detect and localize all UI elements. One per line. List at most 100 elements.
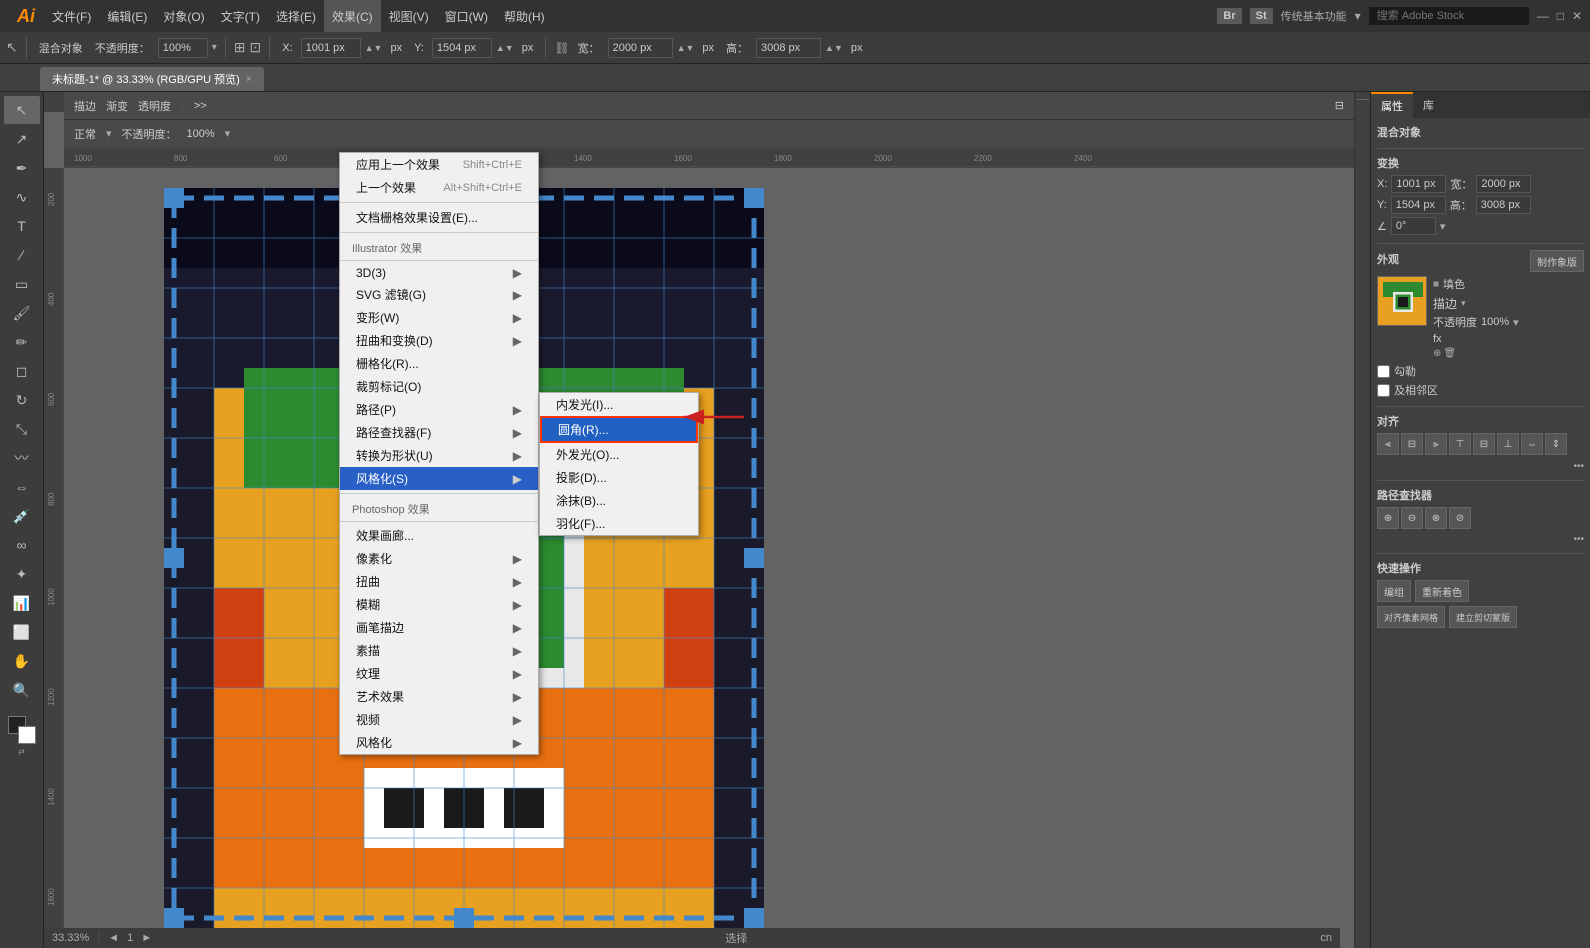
blend-dropdown[interactable]: ▾ — [106, 127, 112, 140]
align-pixel-btn[interactable]: 对齐像素网格 — [1377, 606, 1445, 628]
align-center-v[interactable]: ⊟ — [1473, 433, 1495, 455]
curvature-tool[interactable]: ∿ — [4, 183, 40, 211]
shape-checkbox[interactable] — [1377, 384, 1390, 397]
panel-icon[interactable]: ⊟ — [1335, 99, 1344, 112]
menu-type[interactable]: 文字(T) — [213, 0, 268, 32]
rotate-tool[interactable]: ↻ — [4, 386, 40, 414]
rp-x-input[interactable] — [1391, 175, 1446, 193]
last-effect[interactable]: 上一个效果Alt+Shift+Ctrl+E — [340, 176, 538, 199]
column-graph-tool[interactable]: 📊 — [4, 589, 40, 617]
tab-close-btn[interactable]: × — [246, 74, 252, 85]
menu-help[interactable]: 帮助(H) — [496, 0, 553, 32]
selection-tool[interactable]: ↖ — [4, 96, 40, 124]
canvas-area[interactable]: 描边 渐变 透明度 | >> ⊟ 正常 ▾ 不透明度： 100% ▾ 1000 … — [44, 92, 1354, 948]
tab-properties[interactable]: 属性 — [1371, 92, 1413, 118]
menu-file[interactable]: 文件(F) — [44, 0, 99, 32]
blend-tool[interactable]: ∞ — [4, 531, 40, 559]
page-nav-next[interactable]: ► — [141, 932, 152, 944]
rect-tool[interactable]: ▭ — [4, 270, 40, 298]
effect-crop-marks[interactable]: 裁剪标记(O) — [340, 375, 538, 398]
align-top[interactable]: ⊤ — [1449, 433, 1471, 455]
effect-blur[interactable]: 模糊▶ — [340, 593, 538, 616]
make-clipping-btn[interactable]: 建立剪切蒙版 — [1449, 606, 1517, 628]
menu-object[interactable]: 对象(O) — [155, 0, 212, 32]
bridge-btn[interactable]: Br — [1217, 8, 1241, 24]
scribble[interactable]: 涂抹(B)... — [540, 489, 698, 512]
effect-svg-filter[interactable]: SVG 滤镜(G)▶ — [340, 283, 538, 306]
rp-y-input[interactable] — [1391, 196, 1446, 214]
effect-video[interactable]: 视频▶ — [340, 708, 538, 731]
make-symbol-btn[interactable]: 制作象版 — [1530, 250, 1584, 272]
fill-checkbox[interactable] — [1377, 365, 1390, 378]
x-spinner[interactable]: ▲▼ — [365, 43, 383, 53]
symbol-tool[interactable]: ✦ — [4, 560, 40, 588]
type-tool[interactable]: T — [4, 212, 40, 240]
swap-icon[interactable]: ⇄ — [18, 747, 25, 756]
stock-btn[interactable]: St — [1250, 8, 1273, 24]
rp-angle-dropdown[interactable]: ▾ — [1440, 220, 1446, 233]
effect-stylize-ps[interactable]: 风格化▶ — [340, 731, 538, 754]
doc-tab-active[interactable]: 未标题-1* @ 33.33% (RGB/GPU 预览) × — [40, 67, 264, 91]
align-right[interactable]: ⫸ — [1425, 433, 1447, 455]
effect-artistic[interactable]: 艺术效果▶ — [340, 685, 538, 708]
effect-texture[interactable]: 纹理▶ — [340, 662, 538, 685]
doc-raster-settings[interactable]: 文档栅格效果设置(E)... — [340, 206, 538, 229]
canvas-viewport[interactable] — [64, 168, 1354, 928]
h-input[interactable] — [756, 38, 821, 58]
align-more[interactable]: ••• — [1573, 461, 1584, 472]
direct-select-tool[interactable]: ↗ — [4, 125, 40, 153]
rp-w-input[interactable] — [1476, 175, 1531, 193]
align-bottom[interactable]: ⊥ — [1497, 433, 1519, 455]
group-btn[interactable]: 编组 — [1377, 580, 1411, 602]
pencil-tool[interactable]: ✏ — [4, 328, 40, 356]
distribute-h[interactable]: ⇔ — [1521, 433, 1543, 455]
menu-select[interactable]: 选择(E) — [268, 0, 324, 32]
effect-pathfinder[interactable]: 路径查找器(F)▶ — [340, 421, 538, 444]
feather[interactable]: 羽化(F)... — [540, 512, 698, 535]
window-maximize[interactable]: □ — [1557, 9, 1564, 23]
window-close[interactable]: ✕ — [1572, 9, 1582, 23]
tab-library[interactable]: 库 — [1413, 92, 1444, 118]
drop-shadow[interactable]: 投影(D)... — [540, 466, 698, 489]
color-swatches[interactable] — [8, 716, 36, 744]
effect-path[interactable]: 路径(P)▶ — [340, 398, 538, 421]
x-input[interactable] — [301, 38, 361, 58]
warp-tool[interactable]: 〰 — [4, 444, 40, 472]
menu-edit[interactable]: 编辑(E) — [99, 0, 155, 32]
apply-last-effect[interactable]: 应用上一个效果Shift+Ctrl+E — [340, 153, 538, 176]
round-corners[interactable]: 圆角(R)... — [540, 416, 698, 443]
effect-warp[interactable]: 变形(W)▶ — [340, 306, 538, 329]
pf-more[interactable]: ••• — [1573, 534, 1584, 545]
y-spinner[interactable]: ▲▼ — [496, 43, 514, 53]
menu-window[interactable]: 窗口(W) — [437, 0, 496, 32]
page-nav-prev[interactable]: ◄ — [108, 932, 119, 944]
outer-glow[interactable]: 外发光(O)... — [540, 443, 698, 466]
menu-effect[interactable]: 效果(C) — [324, 0, 381, 32]
stroke-dropdown[interactable]: ▾ — [1461, 298, 1466, 309]
fill-swatch[interactable] — [1433, 281, 1439, 287]
hand-tool[interactable]: ✋ — [4, 647, 40, 675]
menu-view[interactable]: 视图(V) — [381, 0, 437, 32]
eraser-tool[interactable]: ◻ — [4, 357, 40, 385]
rp-h-input[interactable] — [1476, 196, 1531, 214]
eyedropper-tool[interactable]: 💉 — [4, 502, 40, 530]
width-tool[interactable]: ⇔ — [4, 473, 40, 501]
w-input[interactable] — [608, 38, 673, 58]
opacity-arrow[interactable]: ▾ — [212, 42, 217, 53]
recolor-btn[interactable]: 重新着色 — [1415, 580, 1469, 602]
paintbrush-tool[interactable]: 🖌 — [4, 299, 40, 327]
effect-convert-shape[interactable]: 转换为形状(U)▶ — [340, 444, 538, 467]
pf-exclude[interactable]: ⊘ — [1449, 507, 1471, 529]
pen-tool[interactable]: ✒ — [4, 154, 40, 182]
effect-stylize[interactable]: 风格化(S)▶ — [340, 467, 538, 490]
opacity-input[interactable] — [158, 38, 208, 58]
effect-brush-stroke[interactable]: 画笔描边▶ — [340, 616, 538, 639]
pf-unite[interactable]: ⊕ — [1377, 507, 1399, 529]
effect-distort[interactable]: 扭曲和变换(D)▶ — [340, 329, 538, 352]
align-left[interactable]: ⫷ — [1377, 433, 1399, 455]
effect-gallery[interactable]: 效果画廊... — [340, 524, 538, 547]
pf-minus[interactable]: ⊖ — [1401, 507, 1423, 529]
w-spinner[interactable]: ▲▼ — [677, 43, 695, 53]
y-input[interactable] — [432, 38, 492, 58]
pf-intersect[interactable]: ⊗ — [1425, 507, 1447, 529]
